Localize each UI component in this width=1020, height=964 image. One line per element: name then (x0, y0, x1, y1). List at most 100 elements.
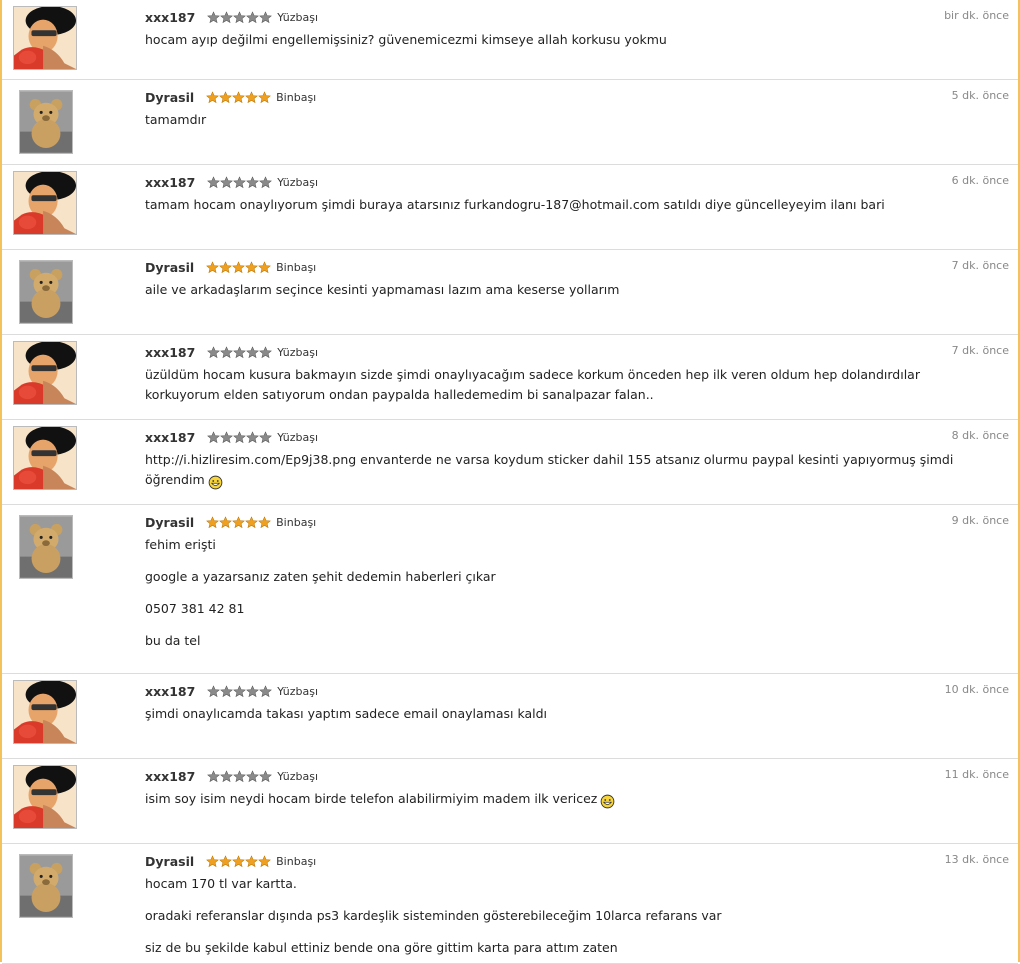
comment-timestamp: 9 dk. önce (951, 514, 1009, 527)
comment-body: tamamdır (145, 110, 990, 130)
star-icon (246, 175, 260, 189)
user-rank: Binbaşı (276, 260, 317, 274)
star-icon (246, 10, 260, 24)
star-icon (219, 515, 233, 529)
star-icon (220, 769, 234, 783)
username-link[interactable]: xxx187 (145, 175, 195, 190)
comment-paragraph: http://i.hizliresim.com/Ep9j38.png envan… (145, 450, 990, 490)
comment-paragraph: isim soy isim neydi hocam birde telefon … (145, 789, 990, 809)
star-icon (220, 10, 234, 24)
star-icon (220, 430, 234, 444)
comment-text: oradaki referanslar dışında ps3 kardeşli… (145, 908, 722, 923)
star-icon (258, 854, 272, 868)
comment-header: xxx187 Yüzbaşı (145, 174, 318, 190)
comment-item: xxx187 Yüzbaşı bir dk. önce hocam ayıp deği… (2, 0, 1018, 80)
comment-paragraph: hocam 170 tl var kartta. (145, 874, 990, 894)
username-link[interactable]: xxx187 (145, 345, 195, 360)
comment-item: Dyrasil Binbaşı 9 dk. önce fehim erişti goog… (2, 505, 1018, 674)
teddy-bear-avatar[interactable] (19, 515, 73, 579)
comment-text: google a yazarsanız zaten şehit dedemin … (145, 569, 496, 584)
comment-text: 0507 381 42 81 (145, 601, 245, 616)
username-link[interactable]: Dyrasil (145, 854, 194, 869)
user-rank: Binbaşı (276, 854, 317, 868)
comment-paragraph: üzüldüm hocam kusura bakmayın sizde şimd… (145, 365, 990, 405)
comment-header: xxx187 Yüzbaşı (145, 9, 318, 25)
comment-timestamp: 7 dk. önce (951, 259, 1009, 272)
star-icon (207, 175, 221, 189)
teddy-bear-avatar[interactable] (19, 854, 73, 918)
star-icon (207, 430, 221, 444)
star-icon (232, 90, 246, 104)
star-icon (245, 260, 259, 274)
user-rank: Yüzbaşı (277, 10, 318, 24)
comment-item: xxx187 Yüzbaşı 8 dk. önce http://i.hizlires… (2, 420, 1018, 505)
rating-stars (206, 515, 272, 529)
star-icon (233, 345, 247, 359)
comment-list: xxx187 Yüzbaşı bir dk. önce hocam ayıp deği… (0, 0, 1020, 964)
username-link[interactable]: Dyrasil (145, 260, 194, 275)
star-icon (246, 684, 260, 698)
afro-avatar[interactable] (13, 680, 77, 744)
star-icon (219, 90, 233, 104)
comment-text: siz de bu şekilde kabul ettiniz bende on… (145, 940, 618, 955)
afro-avatar[interactable] (13, 341, 77, 405)
star-icon (207, 769, 221, 783)
star-icon (233, 684, 247, 698)
comment-paragraph: siz de bu şekilde kabul ettiniz bende on… (145, 938, 990, 958)
comment-body: şimdi onaylıcamda takası yaptım sadece e… (145, 704, 990, 724)
user-rank: Yüzbaşı (277, 175, 318, 189)
comment-body: isim soy isim neydi hocam birde telefon … (145, 789, 990, 809)
username-link[interactable]: Dyrasil (145, 515, 194, 530)
star-icon (258, 515, 272, 529)
comment-timestamp: 8 dk. önce (951, 429, 1009, 442)
comment-link[interactable]: http://i.hizliresim.com/Ep9j38.png (145, 452, 356, 467)
comment-text: hocam 170 tl var kartta. (145, 876, 297, 891)
comment-text: aile ve arkadaşlarım seçince kesinti yap… (145, 282, 620, 297)
comment-paragraph: bu da tel (145, 631, 990, 651)
star-icon (246, 345, 260, 359)
comment-paragraph: fehim erişti (145, 535, 990, 555)
username-link[interactable]: xxx187 (145, 684, 195, 699)
comment-body: üzüldüm hocam kusura bakmayın sizde şimd… (145, 365, 990, 405)
star-icon (206, 515, 220, 529)
rating-stars (207, 769, 273, 783)
afro-avatar[interactable] (13, 6, 77, 70)
afro-avatar[interactable] (13, 426, 77, 490)
comment-paragraph: google a yazarsanız zaten şehit dedemin … (145, 567, 990, 587)
star-icon (245, 854, 259, 868)
rating-stars (207, 684, 273, 698)
teddy-bear-avatar[interactable] (19, 260, 73, 324)
comment-header: Dyrasil Binbaşı (145, 853, 316, 869)
star-icon (206, 90, 220, 104)
comment-text: üzüldüm hocam kusura bakmayın sizde şimd… (145, 367, 920, 402)
comment-paragraph: 0507 381 42 81 (145, 599, 990, 619)
username-link[interactable]: xxx187 (145, 430, 195, 445)
afro-avatar[interactable] (13, 171, 77, 235)
comment-item: xxx187 Yüzbaşı 11 dk. önce isim soy isim ne… (2, 759, 1018, 844)
user-rank: Yüzbaşı (277, 769, 318, 783)
star-icon (206, 260, 220, 274)
comment-paragraph: oradaki referanslar dışında ps3 kardeşli… (145, 906, 990, 926)
comment-timestamp: bir dk. önce (944, 9, 1009, 22)
star-icon (219, 260, 233, 274)
comment-body: fehim erişti google a yazarsanız zaten şe… (145, 535, 990, 651)
comment-paragraph: aile ve arkadaşlarım seçince kesinti yap… (145, 280, 990, 300)
star-icon (259, 684, 273, 698)
afro-avatar[interactable] (13, 765, 77, 829)
star-icon (245, 515, 259, 529)
grin-smiley-icon (601, 794, 615, 809)
comment-paragraph: tamam hocam onaylıyorum şimdi buraya ata… (145, 195, 990, 215)
teddy-bear-avatar[interactable] (19, 90, 73, 154)
comment-header: xxx187 Yüzbaşı (145, 768, 318, 784)
star-icon (259, 10, 273, 24)
comment-paragraph: tamamdır (145, 110, 990, 130)
username-link[interactable]: xxx187 (145, 10, 195, 25)
comment-item: xxx187 Yüzbaşı 7 dk. önce üzüldüm hocam kus… (2, 335, 1018, 420)
star-icon (220, 345, 234, 359)
username-link[interactable]: Dyrasil (145, 90, 194, 105)
grin-smiley-icon (208, 475, 222, 490)
star-icon (232, 260, 246, 274)
username-link[interactable]: xxx187 (145, 769, 195, 784)
star-icon (207, 684, 221, 698)
star-icon (207, 345, 221, 359)
